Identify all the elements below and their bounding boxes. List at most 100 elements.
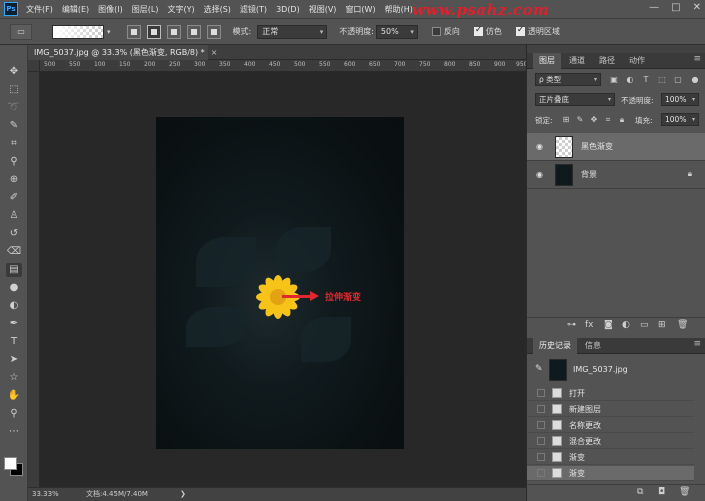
menu-layer[interactable]: 图层(L) xyxy=(132,4,159,15)
marquee-tool-icon[interactable]: ⬚ xyxy=(6,83,22,97)
trash-icon[interactable]: 🗑︎ xyxy=(679,487,690,497)
layer-row-black-gradient[interactable]: ◉ 黑色渐变 xyxy=(527,133,705,161)
adjustment-layer-icon[interactable]: ◐ xyxy=(622,320,630,330)
healing-brush-tool-icon[interactable]: ⊕ xyxy=(6,173,22,187)
clone-stamp-tool-icon[interactable]: ♙ xyxy=(6,209,22,223)
menu-type[interactable]: 文字(Y) xyxy=(167,4,194,15)
crop-tool-icon[interactable]: ⌗ xyxy=(6,137,22,151)
transparency-checkbox[interactable] xyxy=(515,25,525,36)
radial-gradient-button[interactable] xyxy=(146,24,161,39)
layer-filter-select[interactable]: ρ 类型 ▾ xyxy=(535,73,601,86)
tool-preset-picker[interactable]: ▭ xyxy=(10,23,32,40)
adjustment-filter-icon[interactable]: ◐ xyxy=(625,75,635,85)
move-tool-icon[interactable]: ✥ xyxy=(6,65,22,79)
brush-tool-icon[interactable]: ✐ xyxy=(6,191,22,205)
lock-image-icon[interactable]: ✎ xyxy=(575,115,585,125)
menu-file[interactable]: 文件(F) xyxy=(26,4,53,15)
shape-filter-icon[interactable]: ⬚ xyxy=(657,75,667,85)
lasso-tool-icon[interactable]: ➰ xyxy=(6,101,22,115)
menu-help[interactable]: 帮助(H) xyxy=(385,4,413,15)
menu-view[interactable]: 视图(V) xyxy=(309,4,337,15)
menu-select[interactable]: 选择(S) xyxy=(204,4,231,15)
dodge-tool-icon[interactable]: ◐ xyxy=(6,299,22,313)
status-menu-icon[interactable]: ❯ xyxy=(180,488,186,501)
path-select-tool-icon[interactable]: ➤ xyxy=(6,353,22,367)
lock-artboard-icon[interactable]: ⌗ xyxy=(603,115,613,125)
history-item[interactable]: 名称更改 xyxy=(527,418,694,433)
tab-actions[interactable]: 动作 xyxy=(623,53,651,69)
blur-tool-icon[interactable]: ● xyxy=(6,281,22,295)
type-tool-icon[interactable]: T xyxy=(6,335,22,349)
layer-mask-icon[interactable]: ◙ xyxy=(604,320,613,330)
vertical-ruler[interactable] xyxy=(28,72,40,487)
menu-image[interactable]: 图像(I) xyxy=(98,4,123,15)
close-icon[interactable]: ✕ xyxy=(693,2,701,13)
pixel-filter-icon[interactable]: ▣ xyxy=(609,75,619,85)
opacity-input[interactable]: 50% ▾ xyxy=(375,24,418,39)
new-layer-icon[interactable]: ⊞ xyxy=(658,320,666,330)
tab-history[interactable]: 历史记录 xyxy=(533,338,577,354)
menu-edit[interactable]: 编辑(E) xyxy=(62,4,89,15)
close-icon[interactable]: × xyxy=(211,48,218,57)
history-item-selected[interactable]: 渐变 xyxy=(527,466,694,481)
history-item[interactable]: 渐变 xyxy=(527,450,694,465)
menu-filter[interactable]: 滤镜(T) xyxy=(240,4,267,15)
gradient-tool-icon[interactable]: ▤ xyxy=(6,263,22,277)
layer-row-background[interactable]: ◉ 背景 🔒︎ xyxy=(527,161,705,189)
pen-tool-icon[interactable]: ✒ xyxy=(6,317,22,331)
gradient-picker[interactable] xyxy=(52,24,104,39)
fill-input[interactable]: 100% ▾ xyxy=(661,113,699,126)
panel-menu-icon[interactable]: ≡ xyxy=(693,54,701,64)
filter-toggle-icon[interactable]: ● xyxy=(690,75,700,85)
link-layers-icon[interactable]: ⊶ xyxy=(567,320,576,330)
lock-all-icon[interactable]: 🔒︎ xyxy=(617,115,627,125)
eye-icon[interactable]: ◉ xyxy=(536,142,543,151)
history-brush-tool-icon[interactable]: ↺ xyxy=(6,227,22,241)
history-item[interactable]: 打开 xyxy=(527,386,694,401)
eraser-tool-icon[interactable]: ⌫ xyxy=(6,245,22,259)
history-item[interactable]: 混合更改 xyxy=(527,434,694,449)
fx-icon[interactable]: fx xyxy=(585,320,594,330)
shape-tool-icon[interactable]: ☆ xyxy=(6,371,22,385)
dither-checkbox[interactable] xyxy=(473,25,483,36)
maximize-icon[interactable]: □ xyxy=(671,2,680,13)
history-item[interactable]: 新建图层 xyxy=(527,402,694,417)
tab-channels[interactable]: 通道 xyxy=(563,53,591,69)
document-tab[interactable]: IMG_5037.jpg @ 33.3% (黑色渐变, RGB/8) * × xyxy=(28,45,217,60)
diamond-gradient-button[interactable] xyxy=(206,24,221,39)
horizontal-ruler[interactable]: 500 550 100 150 200 250 300 350 400 450 … xyxy=(40,60,526,72)
history-brush-source-icon[interactable]: ✎ xyxy=(535,364,543,374)
tab-paths[interactable]: 路径 xyxy=(593,53,621,69)
trash-icon[interactable]: 🗑︎ xyxy=(677,320,688,330)
reverse-checkbox[interactable] xyxy=(431,27,441,36)
angle-gradient-button[interactable] xyxy=(166,24,181,39)
reflected-gradient-button[interactable] xyxy=(186,24,201,39)
tab-layers[interactable]: 图层 xyxy=(533,53,561,69)
smart-object-filter-icon[interactable]: ▢ xyxy=(673,75,683,85)
panel-menu-icon[interactable]: ≡ xyxy=(693,339,701,349)
blend-mode-select[interactable]: 正片叠底 ▾ xyxy=(535,93,615,106)
mode-select[interactable]: 正常 ▾ xyxy=(257,24,328,39)
minimize-icon[interactable]: — xyxy=(649,2,659,13)
eyedropper-tool-icon[interactable]: ⚲ xyxy=(6,155,22,169)
foreground-color-swatch[interactable] xyxy=(4,457,17,470)
chevron-down-icon[interactable]: ▾ xyxy=(107,28,111,36)
tab-info[interactable]: 信息 xyxy=(579,338,607,354)
eye-icon[interactable]: ◉ xyxy=(536,170,543,179)
lock-position-icon[interactable]: ✥ xyxy=(589,115,599,125)
camera-icon[interactable]: ◘ xyxy=(658,487,665,497)
group-icon[interactable]: ▭ xyxy=(640,320,649,330)
type-filter-icon[interactable]: T xyxy=(641,75,651,85)
hand-tool-icon[interactable]: ✋ xyxy=(6,389,22,403)
quick-select-tool-icon[interactable]: ✎ xyxy=(6,119,22,133)
menu-window[interactable]: 窗口(W) xyxy=(345,4,375,15)
linear-gradient-button[interactable] xyxy=(126,24,141,39)
lock-transparent-icon[interactable]: ⊞ xyxy=(561,115,571,125)
new-document-from-state-icon[interactable]: ⧉ xyxy=(637,487,643,497)
zoom-tool-icon[interactable]: ⚲ xyxy=(6,407,22,421)
history-snapshot[interactable]: ✎ IMG_5037.jpg xyxy=(527,358,705,382)
zoom-level[interactable]: 33.33% xyxy=(32,488,59,501)
menu-3d[interactable]: 3D(D) xyxy=(276,5,300,14)
layer-opacity-input[interactable]: 100% ▾ xyxy=(661,93,699,106)
more-tools-icon[interactable]: ⋯ xyxy=(6,425,22,439)
